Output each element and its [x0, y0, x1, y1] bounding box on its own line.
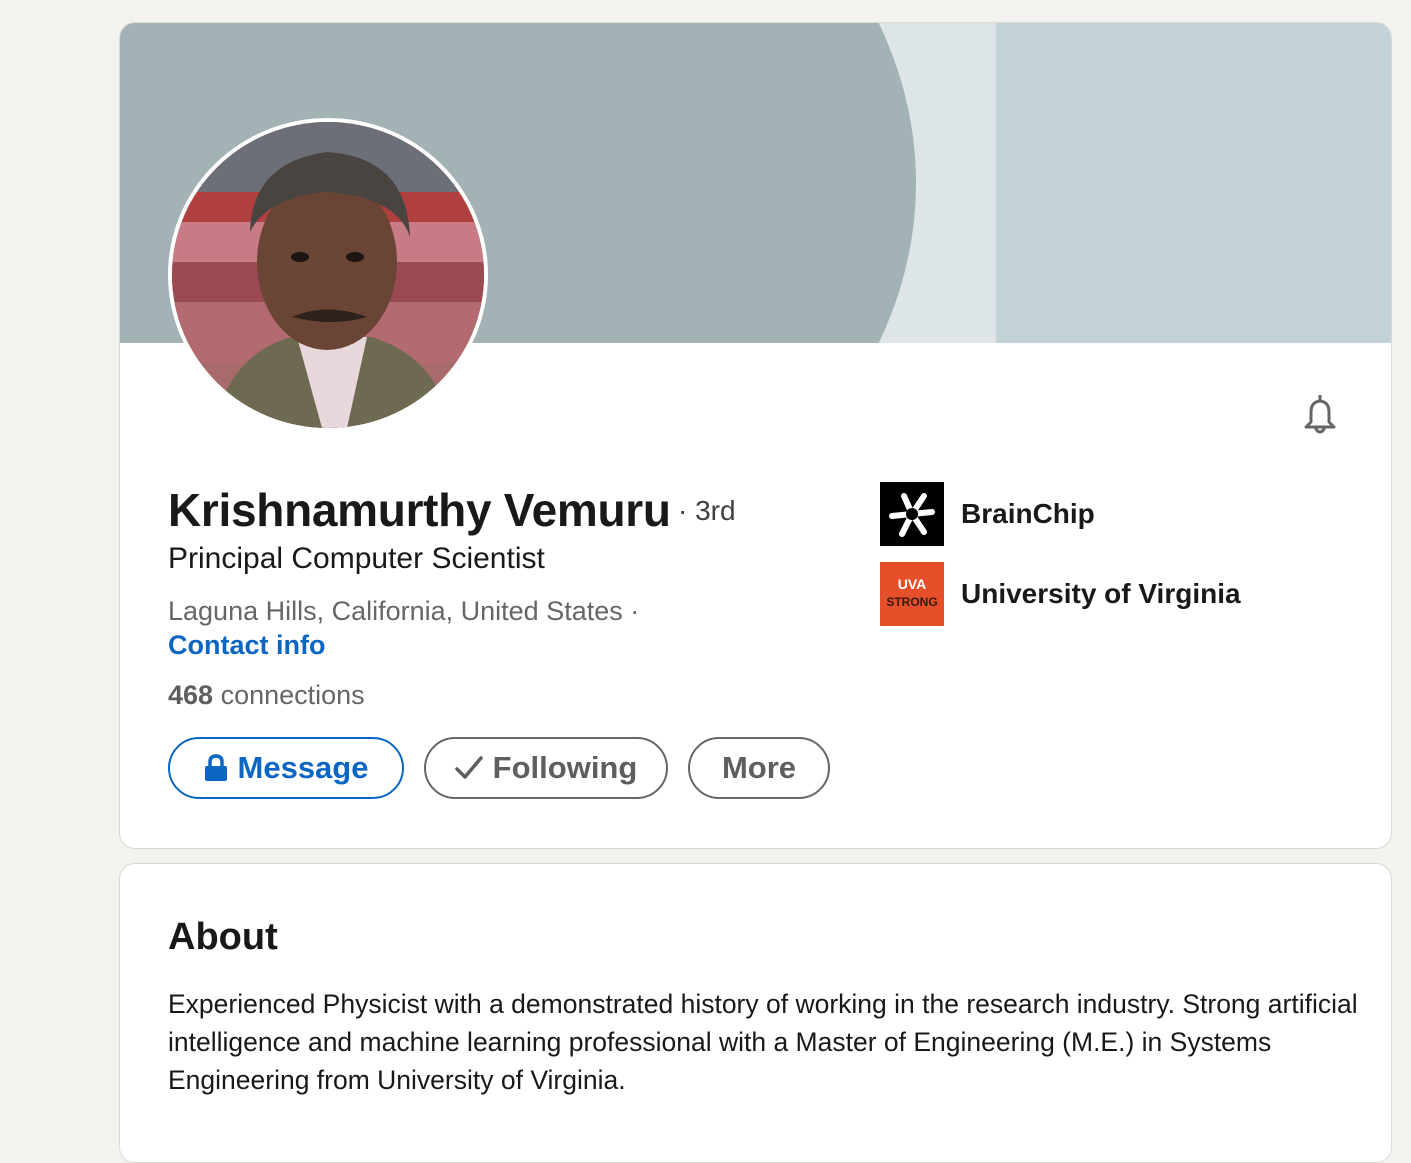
about-text: Experienced Physicist with a demonstrate… [168, 989, 1358, 1095]
profile-name: Krishnamurthy Vemuru [168, 484, 671, 536]
org-name: BrainChip [961, 498, 1095, 529]
message-button[interactable]: Message [168, 737, 404, 799]
connection-degree: · 3rd [678, 495, 736, 526]
following-button-label: Following [492, 750, 638, 785]
about-title: About [168, 916, 278, 958]
org-uva[interactable]: UVA STRONG University of Virginia [880, 562, 1241, 626]
following-button[interactable]: Following [424, 737, 668, 799]
org-name: University of Virginia [961, 578, 1241, 609]
message-button-label: Message [237, 750, 369, 785]
more-button[interactable]: More [688, 737, 830, 799]
connections-number: 468 [168, 680, 214, 710]
profile-headline: Principal Computer Scientist [168, 542, 545, 575]
brainchip-logo [880, 482, 944, 546]
about-card: About Experienced Physicist with a demon… [119, 863, 1392, 1163]
profile-avatar[interactable] [168, 118, 488, 432]
uva-logo-text-bottom: STRONG [886, 595, 937, 609]
connections-label: connections [220, 680, 365, 710]
uva-logo-text-top: UVA [898, 576, 927, 592]
profile-card: Krishnamurthy Vemuru · 3rd Principal Com… [119, 22, 1392, 849]
uva-logo: UVA STRONG [880, 562, 944, 626]
bell-icon[interactable] [1297, 392, 1343, 438]
org-brainchip[interactable]: BrainChip [880, 482, 1095, 546]
avatar-photo [172, 122, 484, 428]
lock-icon [204, 754, 228, 782]
connections-count[interactable]: 468 connections [168, 678, 365, 712]
profile-location: Laguna Hills, California, United States … [168, 596, 640, 626]
check-icon [454, 755, 483, 781]
contact-info-link[interactable]: Contact info [168, 628, 325, 662]
